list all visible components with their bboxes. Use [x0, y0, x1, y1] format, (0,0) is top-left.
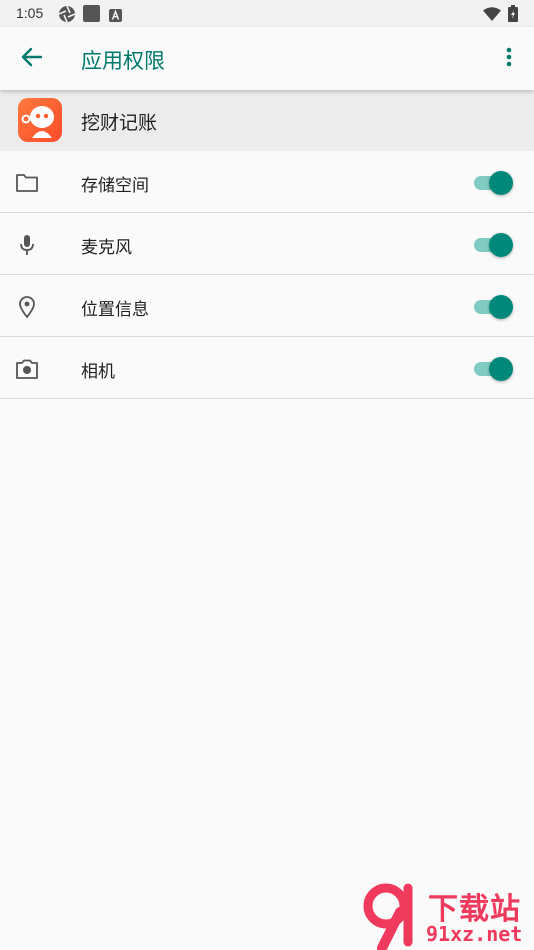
app-name: 挖财记账 — [81, 112, 158, 134]
permission-label: 麦克风 — [81, 238, 132, 258]
permission-row-microphone[interactable]: 麦克风 — [0, 213, 534, 275]
location-toggle[interactable] — [474, 294, 514, 320]
storage-toggle[interactable] — [474, 170, 514, 196]
watermark-bottom-text: 91xz.net — [426, 922, 523, 946]
shutter-icon — [58, 5, 76, 27]
app-bar: 应用权限 — [0, 27, 534, 90]
microphone-icon — [14, 232, 40, 258]
app-logo-icon — [18, 98, 62, 142]
battery-icon — [508, 5, 518, 26]
watermark: 下载站 91xz.net — [362, 882, 534, 950]
camera-icon — [14, 356, 40, 382]
permission-row-location[interactable]: 位置信息 — [0, 275, 534, 337]
keyboard-a-icon — [109, 7, 122, 26]
permission-label: 存储空间 — [81, 176, 149, 196]
permission-label: 位置信息 — [81, 300, 149, 320]
permission-label: 相机 — [81, 362, 115, 382]
camera-toggle[interactable] — [474, 356, 514, 382]
location-icon — [14, 294, 40, 320]
permission-row-camera[interactable]: 相机 — [0, 337, 534, 399]
folder-icon — [14, 170, 40, 196]
back-button[interactable] — [14, 41, 50, 77]
watermark-logo-icon — [362, 882, 426, 950]
app-square-icon — [83, 5, 100, 26]
wifi-icon — [483, 6, 501, 25]
app-header: 挖财记账 — [0, 90, 534, 151]
page-title: 应用权限 — [81, 49, 165, 73]
status-bar: 1:05 — [0, 0, 534, 27]
back-arrow-icon — [21, 46, 43, 72]
permission-list: 存储空间 麦克风 位置信息 相机 — [0, 151, 534, 399]
more-options-button[interactable] — [494, 44, 524, 74]
microphone-toggle[interactable] — [474, 232, 514, 258]
permission-row-storage[interactable]: 存储空间 — [0, 151, 534, 213]
status-time: 1:05 — [16, 5, 44, 21]
more-vert-icon — [506, 47, 512, 71]
